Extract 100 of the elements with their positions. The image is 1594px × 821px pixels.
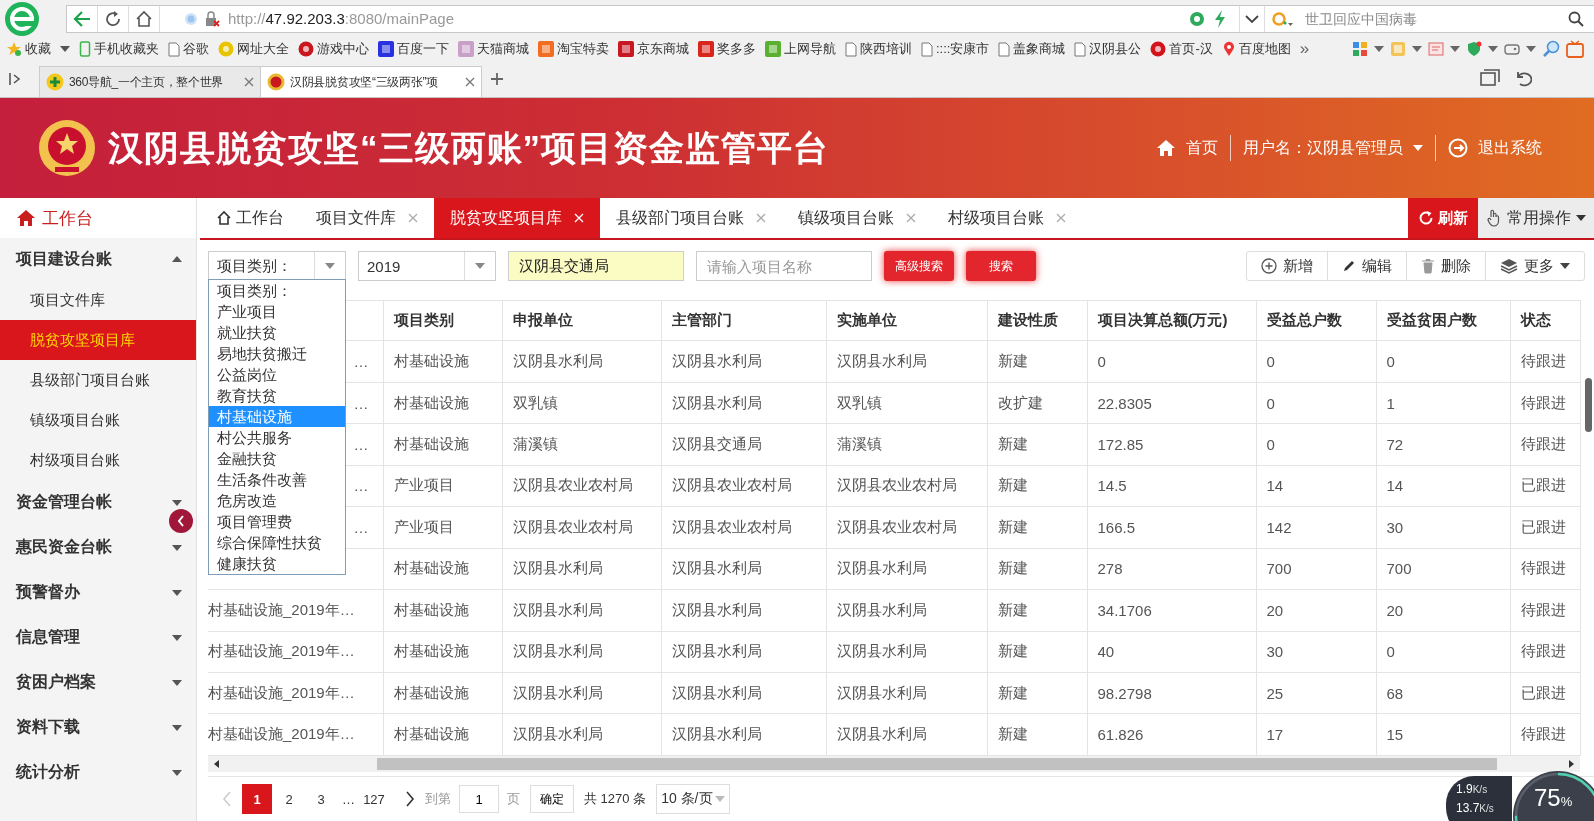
speed-icon[interactable]: [1189, 10, 1205, 27]
caret-icon[interactable]: [1526, 46, 1536, 52]
close-icon[interactable]: [756, 213, 766, 223]
category-select[interactable]: 项目类别：: [208, 251, 346, 281]
page-button[interactable]: 1: [242, 784, 272, 814]
browser-tab[interactable]: 汉阴县脱贫攻坚“三级两张”项: [260, 66, 482, 97]
grid-icon[interactable]: [1352, 41, 1368, 57]
menu-group[interactable]: 惠民资金台帐: [0, 525, 196, 570]
bookmark-link[interactable]: 盖象商城: [998, 40, 1066, 58]
dropdown-option[interactable]: 公益岗位: [209, 364, 345, 385]
search-button[interactable]: 搜索: [966, 251, 1036, 281]
bolt-icon[interactable]: [1213, 9, 1227, 28]
bookmark-link[interactable]: 首页-汉: [1150, 40, 1213, 58]
advanced-search-button[interactable]: 高级搜索: [884, 251, 954, 281]
menu-group[interactable]: 资料下载: [0, 705, 196, 750]
tab[interactable]: 项目文件库: [300, 198, 434, 238]
menu-item[interactable]: 村级项目台账: [0, 440, 196, 480]
bookmark-link[interactable]: 陕西培训: [845, 40, 912, 58]
bookmark-link[interactable]: 谷歌: [168, 40, 209, 58]
menu-item[interactable]: 项目文件库: [0, 280, 196, 320]
new-tab-icon[interactable]: [490, 72, 504, 86]
bookmark-link[interactable]: 游戏中心: [298, 40, 369, 58]
bookmark-link[interactable]: 手机收藏夹: [79, 40, 159, 58]
menu-group[interactable]: 项目建设台账: [0, 238, 196, 280]
dropdown-option[interactable]: 易地扶贫搬迁: [209, 343, 345, 364]
dropdown-option[interactable]: 综合保障性扶贫: [209, 532, 345, 553]
magnifier-icon[interactable]: [1542, 40, 1560, 58]
bookmark-link[interactable]: 奖多多: [698, 40, 756, 58]
close-icon[interactable]: [465, 77, 475, 87]
tab[interactable]: 村级项目台账: [932, 198, 1082, 238]
next-icon[interactable]: [405, 791, 415, 807]
page-number-field[interactable]: 1: [459, 785, 499, 813]
bookmark-link[interactable]: 淘宝特卖: [538, 40, 609, 58]
action-button[interactable]: 新增: [1247, 252, 1328, 280]
tv-icon[interactable]: [1566, 40, 1584, 58]
search-icon[interactable]: [1568, 10, 1584, 27]
network-speed-panel[interactable]: 1.9K/s 13.7K/s: [1446, 776, 1512, 821]
common-operations-menu[interactable]: 常用操作: [1478, 198, 1594, 238]
caret-icon[interactable]: [1374, 46, 1384, 52]
close-icon[interactable]: [408, 213, 418, 223]
tab-list-icon[interactable]: [1480, 69, 1500, 89]
bookmark-link[interactable]: 上网导航: [765, 40, 836, 58]
dropdown-option[interactable]: 项目类别：: [209, 280, 345, 301]
year-select[interactable]: 2019: [358, 251, 496, 281]
browser-tab[interactable]: 360导航_一个主页，整个世界: [39, 66, 261, 97]
gamepad-icon[interactable]: [1504, 41, 1520, 57]
collapse-button[interactable]: [169, 509, 193, 533]
dropdown-option[interactable]: 村公共服务: [209, 427, 345, 448]
menu-item[interactable]: 镇级项目台账: [0, 400, 196, 440]
bookmark-link[interactable]: 京东商城: [618, 40, 689, 58]
undo-icon[interactable]: [1514, 69, 1532, 87]
caret-icon[interactable]: [1412, 46, 1422, 52]
chevron-down-icon[interactable]: [1245, 13, 1259, 24]
menu-group[interactable]: 贫困户档案: [0, 660, 196, 705]
more-menu[interactable]: 更多: [1486, 252, 1584, 280]
page-size-select[interactable]: 10 条/页: [656, 784, 730, 814]
project-name-field[interactable]: 请输入项目名称: [696, 251, 872, 281]
reload-icon[interactable]: [104, 9, 122, 28]
page-button[interactable]: 2: [274, 784, 304, 814]
menu-group[interactable]: 信息管理: [0, 615, 196, 660]
refresh-button[interactable]: 刷新: [1408, 198, 1478, 238]
tab[interactable]: 县级部门项目台账: [600, 198, 782, 238]
page-button[interactable]: 127: [359, 784, 389, 814]
bookmark-link[interactable]: 收藏: [6, 40, 51, 58]
menu-group[interactable]: 统计分析: [0, 750, 196, 795]
menu-group[interactable]: 资金管理台帐: [0, 480, 196, 525]
bookmark-link[interactable]: ::::安康市: [921, 40, 990, 58]
dropdown-option[interactable]: 教育扶贫: [209, 385, 345, 406]
bookmark-link[interactable]: 汉阴县公: [1074, 40, 1142, 58]
department-field[interactable]: 汉阴县交通局: [508, 251, 684, 281]
user-menu[interactable]: 用户名：汉阴县管理员: [1243, 137, 1423, 159]
shield-icon[interactable]: [1466, 41, 1482, 57]
dropdown-option[interactable]: 生活条件改善: [209, 469, 345, 490]
bookmark-link[interactable]: 天猫商城: [458, 40, 529, 58]
menu-item[interactable]: 县级部门项目台账: [0, 360, 196, 400]
close-icon[interactable]: [244, 77, 254, 87]
more-bookmarks-link[interactable]: »: [1299, 39, 1310, 59]
bookmark-link[interactable]: 网址大全: [218, 40, 289, 58]
tab[interactable]: 工作台: [200, 198, 300, 238]
caret-icon[interactable]: [60, 46, 70, 52]
dropdown-option[interactable]: 就业扶贫: [209, 322, 345, 343]
menu-item[interactable]: 脱贫攻坚项目库: [0, 320, 196, 360]
confirm-button[interactable]: 确定: [530, 785, 574, 813]
action-button[interactable]: 编辑: [1328, 252, 1407, 280]
dropdown-option[interactable]: 金融扶贫: [209, 448, 345, 469]
menu-group[interactable]: 预警督办: [0, 570, 196, 615]
close-icon[interactable]: [906, 213, 916, 223]
home-link[interactable]: 首页: [1156, 137, 1218, 159]
horizontal-scrollbar[interactable]: [208, 756, 1580, 772]
bookmark-link[interactable]: 百度地图: [1221, 40, 1291, 58]
back-icon[interactable]: [72, 8, 92, 29]
workbench-link[interactable]: 工作台: [0, 198, 196, 238]
dropdown-option[interactable]: 危房改造: [209, 490, 345, 511]
page-button[interactable]: 3: [306, 784, 336, 814]
scrollbar-thumb[interactable]: [1584, 378, 1592, 432]
caret-icon[interactable]: [1450, 46, 1460, 52]
dropdown-option[interactable]: 产业项目: [209, 301, 345, 322]
url-text[interactable]: http://47.92.203.3:8080/mainPage: [228, 10, 1189, 27]
browser-logo-icon[interactable]: [4, 0, 40, 37]
sidebar-toggle-icon[interactable]: [8, 72, 22, 86]
